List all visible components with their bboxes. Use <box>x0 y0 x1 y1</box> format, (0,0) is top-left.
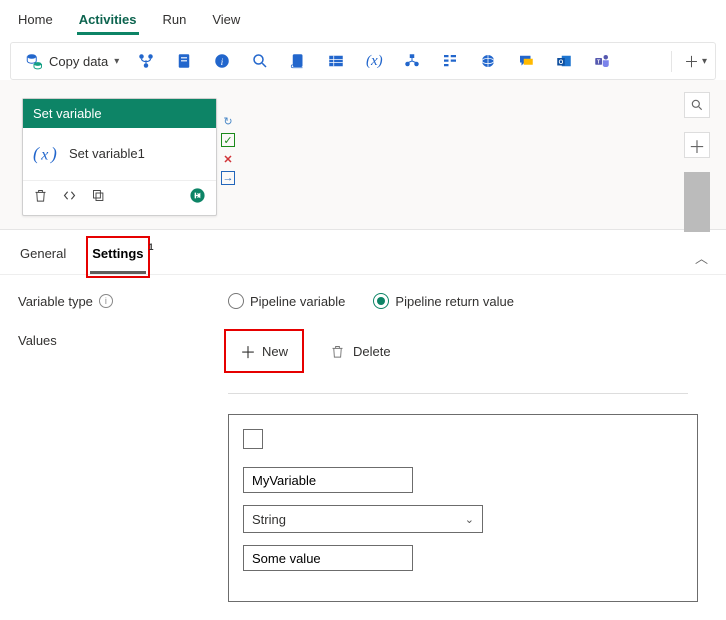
globe-icon[interactable] <box>479 52 497 70</box>
notebook-icon[interactable] <box>175 52 193 70</box>
database-icon <box>25 52 43 70</box>
set-variable-card[interactable]: Set variable ( x ) Set variable1 <box>22 98 217 216</box>
toolbar-icons: i (x) O T <box>137 52 659 70</box>
card-title: Set variable <box>23 99 216 128</box>
copy-icon[interactable] <box>91 188 106 206</box>
zoom-slider[interactable] <box>684 172 710 232</box>
tab-activities[interactable]: Activities <box>77 8 139 33</box>
add-button[interactable]: ＋ ▾ <box>684 51 707 72</box>
copy-data-label: Copy data <box>49 54 108 69</box>
toolbar-end: ＋ ▾ <box>671 51 707 72</box>
properties-body: Variable type i Pipeline variable Pipeli… <box>0 275 726 620</box>
svg-text:): ) <box>50 144 57 165</box>
radio-pipeline-variable[interactable]: Pipeline variable <box>228 293 345 309</box>
delete-button-label: Delete <box>353 344 391 359</box>
fail-connector-icon[interactable]: ✕ <box>221 152 235 166</box>
plus-icon: ＋ <box>240 339 256 363</box>
branch-icon[interactable] <box>137 52 155 70</box>
radio-pipeline-variable-label: Pipeline variable <box>250 294 345 309</box>
success-connector-icon[interactable]: ✓ <box>221 133 235 147</box>
svg-text:i: i <box>221 57 224 68</box>
tab-run[interactable]: Run <box>161 8 189 33</box>
main-tabs: Home Activities Run View <box>0 0 726 34</box>
info-icon[interactable]: i <box>99 294 113 308</box>
radio-pipeline-return-value[interactable]: Pipeline return value <box>373 293 514 309</box>
tab-view[interactable]: View <box>210 8 242 33</box>
teams-icon[interactable]: T <box>593 52 611 70</box>
prop-tab-settings-label: Settings <box>92 246 143 261</box>
variable-type-radio-group: Pipeline variable Pipeline return value <box>228 293 514 309</box>
code-icon[interactable] <box>62 188 77 206</box>
prop-tab-general[interactable]: General <box>18 240 68 274</box>
variable-type-label: Variable type <box>18 294 93 309</box>
values-label: Values <box>18 333 57 348</box>
new-button-label: New <box>262 344 288 359</box>
divider <box>228 393 688 394</box>
value-type-selected: String <box>252 512 286 527</box>
radio-pipeline-return-value-label: Pipeline return value <box>395 294 514 309</box>
tab-home[interactable]: Home <box>16 8 55 33</box>
prop-tab-settings[interactable]: Settings 1 <box>90 240 145 274</box>
value-name-input[interactable] <box>243 467 413 493</box>
canvas-controls: ＋ <box>684 92 710 232</box>
property-tabs-row: General Settings 1 ︿ <box>0 230 726 275</box>
chevron-down-icon: ▾ <box>114 56 119 67</box>
skip-connector-icon[interactable]: → <box>221 171 235 185</box>
fx-icon[interactable]: (x) <box>365 52 383 70</box>
chat-icon[interactable] <box>517 52 535 70</box>
info-icon[interactable]: i <box>213 52 231 70</box>
delete-icon[interactable] <box>33 188 48 206</box>
toolbar: Copy data ▾ i (x) <box>10 42 716 80</box>
copy-data-button[interactable]: Copy data ▾ <box>19 49 125 73</box>
svg-text:x: x <box>40 146 49 164</box>
outlook-icon[interactable]: O <box>555 52 573 70</box>
table-icon[interactable] <box>327 52 345 70</box>
value-value-input[interactable] <box>243 545 413 571</box>
variable-icon: ( x ) <box>33 140 59 166</box>
chevron-down-icon: ▾ <box>702 56 707 67</box>
values-editor: String ⌄ <box>228 414 698 602</box>
trash-icon <box>330 344 345 359</box>
value-type-select[interactable]: String ⌄ <box>243 505 483 533</box>
plus-icon: ＋ <box>684 51 699 72</box>
canvas-search-button[interactable] <box>684 92 710 118</box>
dataflow-icon[interactable] <box>403 52 421 70</box>
card-instance-name: Set variable1 <box>69 146 145 161</box>
script-icon[interactable] <box>289 52 307 70</box>
pipeline-canvas[interactable]: Set variable ( x ) Set variable1 <box>0 80 726 230</box>
svg-text:O: O <box>559 60 564 66</box>
chevron-down-icon: ⌄ <box>465 513 474 526</box>
loop-icon[interactable]: ↻ <box>221 114 235 128</box>
settings-badge: 1 <box>149 242 154 252</box>
collapse-panel-button[interactable]: ︿ <box>695 248 708 267</box>
canvas-add-button[interactable]: ＋ <box>684 132 710 158</box>
new-value-button[interactable]: ＋ New <box>228 333 300 369</box>
delete-value-button[interactable]: Delete <box>320 338 401 365</box>
value-checkbox[interactable] <box>243 429 263 449</box>
card-connectors: ↻ ✓ ✕ → <box>221 114 235 185</box>
form-icon[interactable] <box>441 52 459 70</box>
svg-text:(: ( <box>33 144 40 165</box>
search-icon[interactable] <box>251 52 269 70</box>
run-icon[interactable] <box>189 187 206 207</box>
